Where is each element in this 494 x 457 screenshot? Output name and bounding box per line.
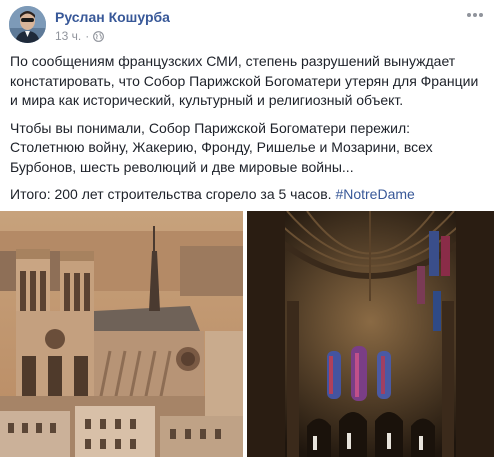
photo-grid [0, 211, 494, 457]
more-dot [479, 13, 483, 17]
cathedral-exterior-photo[interactable] [0, 211, 243, 457]
avatar-image [9, 6, 46, 43]
globe-icon[interactable] [93, 30, 105, 42]
post-paragraph: Итого: 200 лет строительства сгорело за … [10, 185, 488, 205]
post-time[interactable]: 13 ч. [55, 29, 81, 43]
meta-separator: · [85, 29, 90, 43]
post-meta: 13 ч. · [55, 29, 105, 43]
hashtag-link[interactable]: #NotreDame [335, 186, 414, 202]
post-paragraph: По сообщениям французских СМИ, степень р… [10, 53, 479, 108]
avatar[interactable] [9, 6, 46, 43]
post-header: Руслан Кошурба 13 ч. · [0, 0, 494, 50]
post-paragraph: Чтобы вы понимали, Собор Парижской Богом… [10, 119, 433, 175]
post-text: По сообщениям французских СМИ, степень р… [10, 52, 488, 213]
more-dot [473, 13, 477, 17]
author-name[interactable]: Руслан Кошурба [55, 9, 170, 25]
cathedral-interior-photo[interactable] [247, 211, 494, 457]
more-options-icon[interactable] [463, 8, 487, 22]
post-summary: Итого: 200 лет строительства сгорело за … [10, 186, 336, 202]
more-dot [467, 13, 471, 17]
